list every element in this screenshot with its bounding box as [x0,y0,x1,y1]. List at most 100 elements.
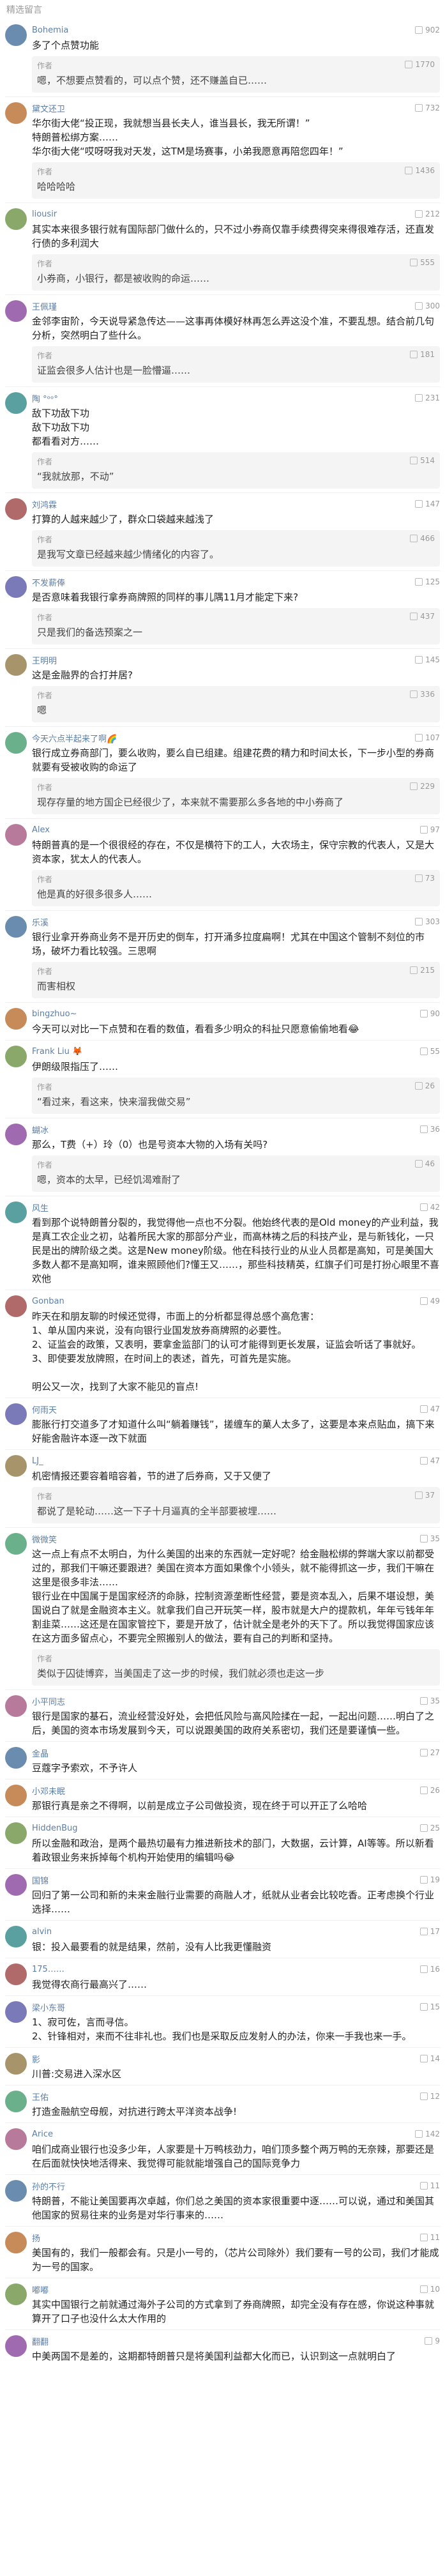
like-button[interactable]: 147 [415,499,440,508]
reply-like-button[interactable]: 73 [414,874,435,883]
like-button[interactable]: 142 [415,2130,440,2138]
like-button[interactable]: 42 [419,1203,440,1212]
reply-like-button[interactable]: 181 [410,350,435,359]
avatar[interactable] [5,1785,27,1806]
like-button[interactable]: 25 [419,1824,440,1833]
username[interactable]: liousir [32,210,57,219]
reply-like-button[interactable]: 215 [410,966,435,975]
username[interactable]: Alex [32,825,50,835]
like-button[interactable]: 15 [419,2002,440,2011]
username[interactable]: alvin [32,1927,52,1937]
like-button[interactable]: 49 [419,1297,440,1306]
like-button[interactable]: 125 [415,577,440,586]
username[interactable]: 175…… [32,1965,64,1974]
username[interactable]: Bohemia [32,26,68,35]
username[interactable]: 王佩瑾 [32,300,57,312]
avatar[interactable] [5,1124,27,1145]
username[interactable]: bingzhuo~ [32,1009,77,1019]
avatar[interactable] [5,2283,27,2305]
reply-like-button[interactable]: 336 [410,690,435,699]
avatar[interactable] [5,2091,27,2112]
username[interactable]: 今天六点半起来了啊🌈 [32,732,117,744]
like-button[interactable]: 90 [419,1009,440,1018]
avatar[interactable] [5,1695,27,1717]
reply-like-button[interactable]: 555 [410,258,435,267]
avatar[interactable] [5,1295,27,1317]
avatar[interactable] [5,2232,27,2253]
avatar[interactable] [5,1455,27,1477]
username[interactable]: 王明明 [32,654,57,666]
like-button[interactable]: 17 [419,1927,440,1936]
reply-like-button[interactable]: 46 [414,1159,435,1168]
username[interactable]: 微微笑 [32,1533,57,1545]
reply-like-button[interactable]: 26 [414,1081,435,1090]
username[interactable]: 小邓未眠 [32,1785,65,1797]
like-button[interactable]: 145 [415,655,440,664]
reply-like-button[interactable]: 437 [410,612,435,621]
username[interactable]: 风生 [32,1201,49,1214]
like-button[interactable]: 35 [419,1696,440,1705]
username[interactable]: Arice [32,2130,53,2139]
avatar[interactable] [5,2053,27,2075]
avatar[interactable] [5,2128,27,2150]
avatar[interactable] [5,392,27,414]
reply-like-button[interactable]: 1436 [405,166,435,175]
like-button[interactable]: 14 [419,2054,440,2063]
like-button[interactable]: 16 [419,1965,440,1974]
avatar[interactable] [5,1926,27,1947]
username[interactable]: 翻翻 [32,2335,49,2347]
reply-like-button[interactable]: 1770 [405,60,435,69]
avatar[interactable] [5,916,27,938]
username[interactable]: 小平同志 [32,1695,65,1707]
username[interactable]: 嘟嘟 [32,2283,49,2296]
like-button[interactable]: 212 [415,210,440,218]
like-button[interactable]: 303 [415,917,440,926]
avatar[interactable] [5,732,27,754]
reply-like-button[interactable]: 37 [414,1491,435,1500]
username[interactable]: 黛文还卫 [32,102,65,114]
username[interactable]: 梁小东哥 [32,2001,65,2013]
like-button[interactable]: 11 [419,2181,440,2190]
username[interactable]: 何雨天 [32,1403,57,1415]
username[interactable]: HiddenBug [32,1824,78,1833]
avatar[interactable] [5,1008,27,1030]
like-button[interactable]: 26 [419,1786,440,1795]
avatar[interactable] [5,576,27,598]
like-button[interactable]: 11 [419,2233,440,2242]
avatar[interactable] [5,824,27,846]
like-button[interactable]: 47 [419,1405,440,1414]
avatar[interactable] [5,2180,27,2202]
avatar[interactable] [5,102,27,124]
like-button[interactable]: 732 [415,103,440,112]
like-button[interactable]: 97 [419,825,440,834]
avatar[interactable] [5,24,27,46]
username[interactable]: 国锦 [32,1874,49,1886]
username[interactable]: 不发薪俸 [32,576,65,588]
avatar[interactable] [5,498,27,520]
like-button[interactable]: 300 [415,301,440,310]
avatar[interactable] [5,1822,27,1844]
like-button[interactable]: 19 [419,1875,440,1884]
avatar[interactable] [5,1201,27,1223]
avatar[interactable] [5,1533,27,1555]
username[interactable]: 王佑 [32,2091,49,2103]
username[interactable]: LJ_ [32,1456,43,1466]
username[interactable]: 孙的不行 [32,2180,65,2192]
avatar[interactable] [5,1874,27,1896]
like-button[interactable]: 231 [415,393,440,402]
avatar[interactable] [5,1403,27,1425]
avatar[interactable] [5,2335,27,2357]
like-button[interactable]: 12 [419,2092,440,2101]
avatar[interactable] [5,208,27,230]
avatar[interactable] [5,1747,27,1769]
like-button[interactable]: 10 [419,2285,440,2294]
username[interactable]: 蝴冰 [32,1124,49,1136]
like-button[interactable]: 902 [415,26,440,34]
avatar[interactable] [5,300,27,322]
username[interactable]: Frank Liu 🦊 [32,1047,82,1056]
username[interactable]: 陶 °ᵒᵒ° [32,392,58,404]
like-button[interactable]: 47 [419,1456,440,1465]
username[interactable]: 乐溪 [32,916,49,928]
like-button[interactable]: 107 [415,733,440,742]
avatar[interactable] [5,1963,27,1985]
